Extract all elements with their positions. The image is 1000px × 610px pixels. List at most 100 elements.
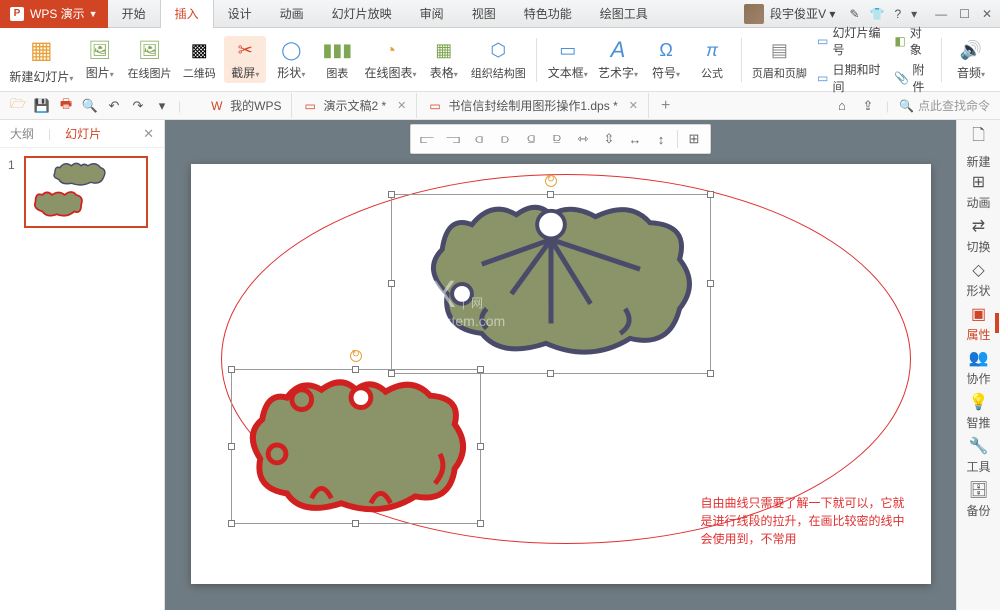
user-name[interactable]: 段宇俊亚V ▾ xyxy=(770,5,835,22)
slide-thumbnail-1[interactable] xyxy=(24,156,148,228)
help-icon[interactable]: ? xyxy=(894,7,901,21)
resize-handle[interactable] xyxy=(707,370,714,377)
align-center-icon[interactable]: ⫎ xyxy=(443,129,463,149)
rp-collab[interactable]: 👥协作 xyxy=(959,346,999,388)
tab-slideshow[interactable]: 幻灯片放映 xyxy=(318,0,406,28)
new-slide-button[interactable]: ▦新建幻灯片▾ xyxy=(8,32,75,87)
outline-tab[interactable]: 大纲 xyxy=(10,125,34,142)
rp-trans[interactable]: ⇄切换 xyxy=(959,214,999,256)
formula-button[interactable]: π公式 xyxy=(691,37,733,83)
qrcode-button[interactable]: ▩二维码 xyxy=(178,37,220,83)
pane-close-icon[interactable]: ✕ xyxy=(143,126,154,142)
audio-button[interactable]: 🔊音频▾ xyxy=(950,36,992,83)
attachment-button[interactable]: 📎附件 xyxy=(890,60,933,96)
rp-ai[interactable]: 💡智推 xyxy=(959,390,999,432)
undo-icon[interactable]: ↶ xyxy=(106,98,122,114)
app-badge[interactable]: P WPS 演示 ▼ xyxy=(0,0,108,28)
header-footer-button[interactable]: ▤页眉和页脚 xyxy=(750,37,809,83)
resize-handle[interactable] xyxy=(388,191,395,198)
tab-special[interactable]: 特色功能 xyxy=(510,0,586,28)
align-bottom-icon[interactable]: ⫒ xyxy=(547,129,567,149)
slide-number-button[interactable]: ▭幻灯片编号 xyxy=(813,23,887,59)
print-icon[interactable]: 🖶 xyxy=(58,98,74,114)
edit-icon[interactable]: ✎ xyxy=(849,7,859,21)
rotate-handle[interactable] xyxy=(545,175,557,187)
command-search[interactable]: 🔍 点此查找命令 xyxy=(899,97,990,114)
close-button[interactable]: ✕ xyxy=(982,7,992,21)
online-chart-button[interactable]: ◔在线图表▾ xyxy=(362,36,418,83)
table-button[interactable]: ▦表格▾ xyxy=(423,36,465,83)
align-left-icon[interactable]: ⫍ xyxy=(417,129,437,149)
dist-h-icon[interactable]: ⇿ xyxy=(573,129,593,149)
align-middle-icon[interactable]: ⫑ xyxy=(521,129,541,149)
tab-home[interactable]: 开始 xyxy=(108,0,160,28)
orgchart-button[interactable]: ⬡组织结构图 xyxy=(469,37,528,83)
resize-handle[interactable] xyxy=(707,191,714,198)
align-right-icon[interactable]: ⫏ xyxy=(469,129,489,149)
selection-box-2[interactable] xyxy=(231,369,481,524)
close-icon[interactable]: ✕ xyxy=(397,99,406,112)
resize-handle[interactable] xyxy=(707,280,714,287)
resize-handle[interactable] xyxy=(477,443,484,450)
image-button[interactable]: 🖼图片▾ xyxy=(79,36,121,83)
slide-canvas[interactable]: X|网 system.com 自由曲线只需要了解一下就可以，它就 是进行线段的拉… xyxy=(191,164,931,584)
home-icon[interactable]: ⌂ xyxy=(834,98,850,114)
shirt-icon[interactable]: 👕 xyxy=(870,7,885,21)
rotate-handle[interactable] xyxy=(350,350,362,362)
rp-prop[interactable]: ▣属性 xyxy=(959,302,999,344)
tab-drawing-tools[interactable]: 绘图工具 xyxy=(586,0,662,28)
wordart-button[interactable]: A艺术字▾ xyxy=(595,36,641,83)
resize-handle[interactable] xyxy=(352,366,359,373)
datetime-button[interactable]: ▭日期和时间 xyxy=(813,60,887,96)
rp-anim[interactable]: ⊞动画 xyxy=(959,170,999,212)
avatar[interactable] xyxy=(744,4,764,24)
maximize-button[interactable]: ☐ xyxy=(959,7,970,21)
caret-icon[interactable]: ▾ xyxy=(911,7,917,21)
same-width-icon[interactable]: ↔ xyxy=(625,129,645,149)
online-image-button[interactable]: 🖼在线图片 xyxy=(125,37,175,83)
tab-view[interactable]: 视图 xyxy=(458,0,510,28)
textbox-button[interactable]: ▭文本框▾ xyxy=(545,36,591,83)
selection-box-1[interactable] xyxy=(391,194,711,374)
redo-icon[interactable]: ↷ xyxy=(130,98,146,114)
rp-shape[interactable]: ◇形状 xyxy=(959,258,999,300)
resize-handle[interactable] xyxy=(477,520,484,527)
resize-handle[interactable] xyxy=(388,280,395,287)
doc-tab-file2[interactable]: ▭书信信封绘制用图形操作1.dps *✕ xyxy=(419,93,649,118)
chart-button[interactable]: ▮▮▮图表 xyxy=(316,37,358,83)
object-button[interactable]: ◧对象 xyxy=(890,23,933,59)
doc-tab-presentation[interactable]: ▭演示文稿2 *✕ xyxy=(294,93,417,118)
resize-handle[interactable] xyxy=(228,366,235,373)
dist-v-icon[interactable]: ⇳ xyxy=(599,129,619,149)
qat-dropdown-icon[interactable]: ▾ xyxy=(154,98,170,114)
preview-icon[interactable]: 🔍 xyxy=(82,98,98,114)
slides-tab[interactable]: 幻灯片 xyxy=(65,125,101,142)
add-tab-button[interactable]: + xyxy=(651,97,680,115)
rp-new[interactable]: 🗋新建 xyxy=(959,126,999,168)
resize-handle[interactable] xyxy=(228,520,235,527)
rp-tools[interactable]: 🔧工具 xyxy=(959,434,999,476)
symbol-button[interactable]: Ω符号▾ xyxy=(645,36,687,83)
align-top-icon[interactable]: ⫐ xyxy=(495,129,515,149)
resize-handle[interactable] xyxy=(477,366,484,373)
group-icon[interactable]: ⊞ xyxy=(684,129,704,149)
resize-handle[interactable] xyxy=(547,370,554,377)
same-height-icon[interactable]: ↕ xyxy=(651,129,671,149)
open-icon[interactable]: 🗁 xyxy=(10,98,26,114)
resize-handle[interactable] xyxy=(547,191,554,198)
thumbnails[interactable]: 1 xyxy=(0,148,164,610)
shape-button[interactable]: ◯形状▾ xyxy=(270,36,312,83)
tab-animation[interactable]: 动画 xyxy=(266,0,318,28)
tab-design[interactable]: 设计 xyxy=(214,0,266,28)
rp-backup[interactable]: 🗄备份 xyxy=(959,478,999,520)
resize-handle[interactable] xyxy=(228,443,235,450)
doc-tab-wps[interactable]: W我的WPS xyxy=(201,93,292,118)
tab-insert[interactable]: 插入 xyxy=(160,0,214,28)
close-icon[interactable]: ✕ xyxy=(629,99,638,112)
screenshot-button[interactable]: ✂截屏▾ xyxy=(224,36,266,83)
tab-review[interactable]: 审阅 xyxy=(406,0,458,28)
minimize-button[interactable]: — xyxy=(935,7,947,21)
canvas-area[interactable]: ⫍ ⫎ ⫏ ⫐ ⫑ ⫒ ⇿ ⇳ ↔ ↕ ⊞ xyxy=(165,120,956,610)
share-icon[interactable]: ⇪ xyxy=(860,98,876,114)
resize-handle[interactable] xyxy=(352,520,359,527)
